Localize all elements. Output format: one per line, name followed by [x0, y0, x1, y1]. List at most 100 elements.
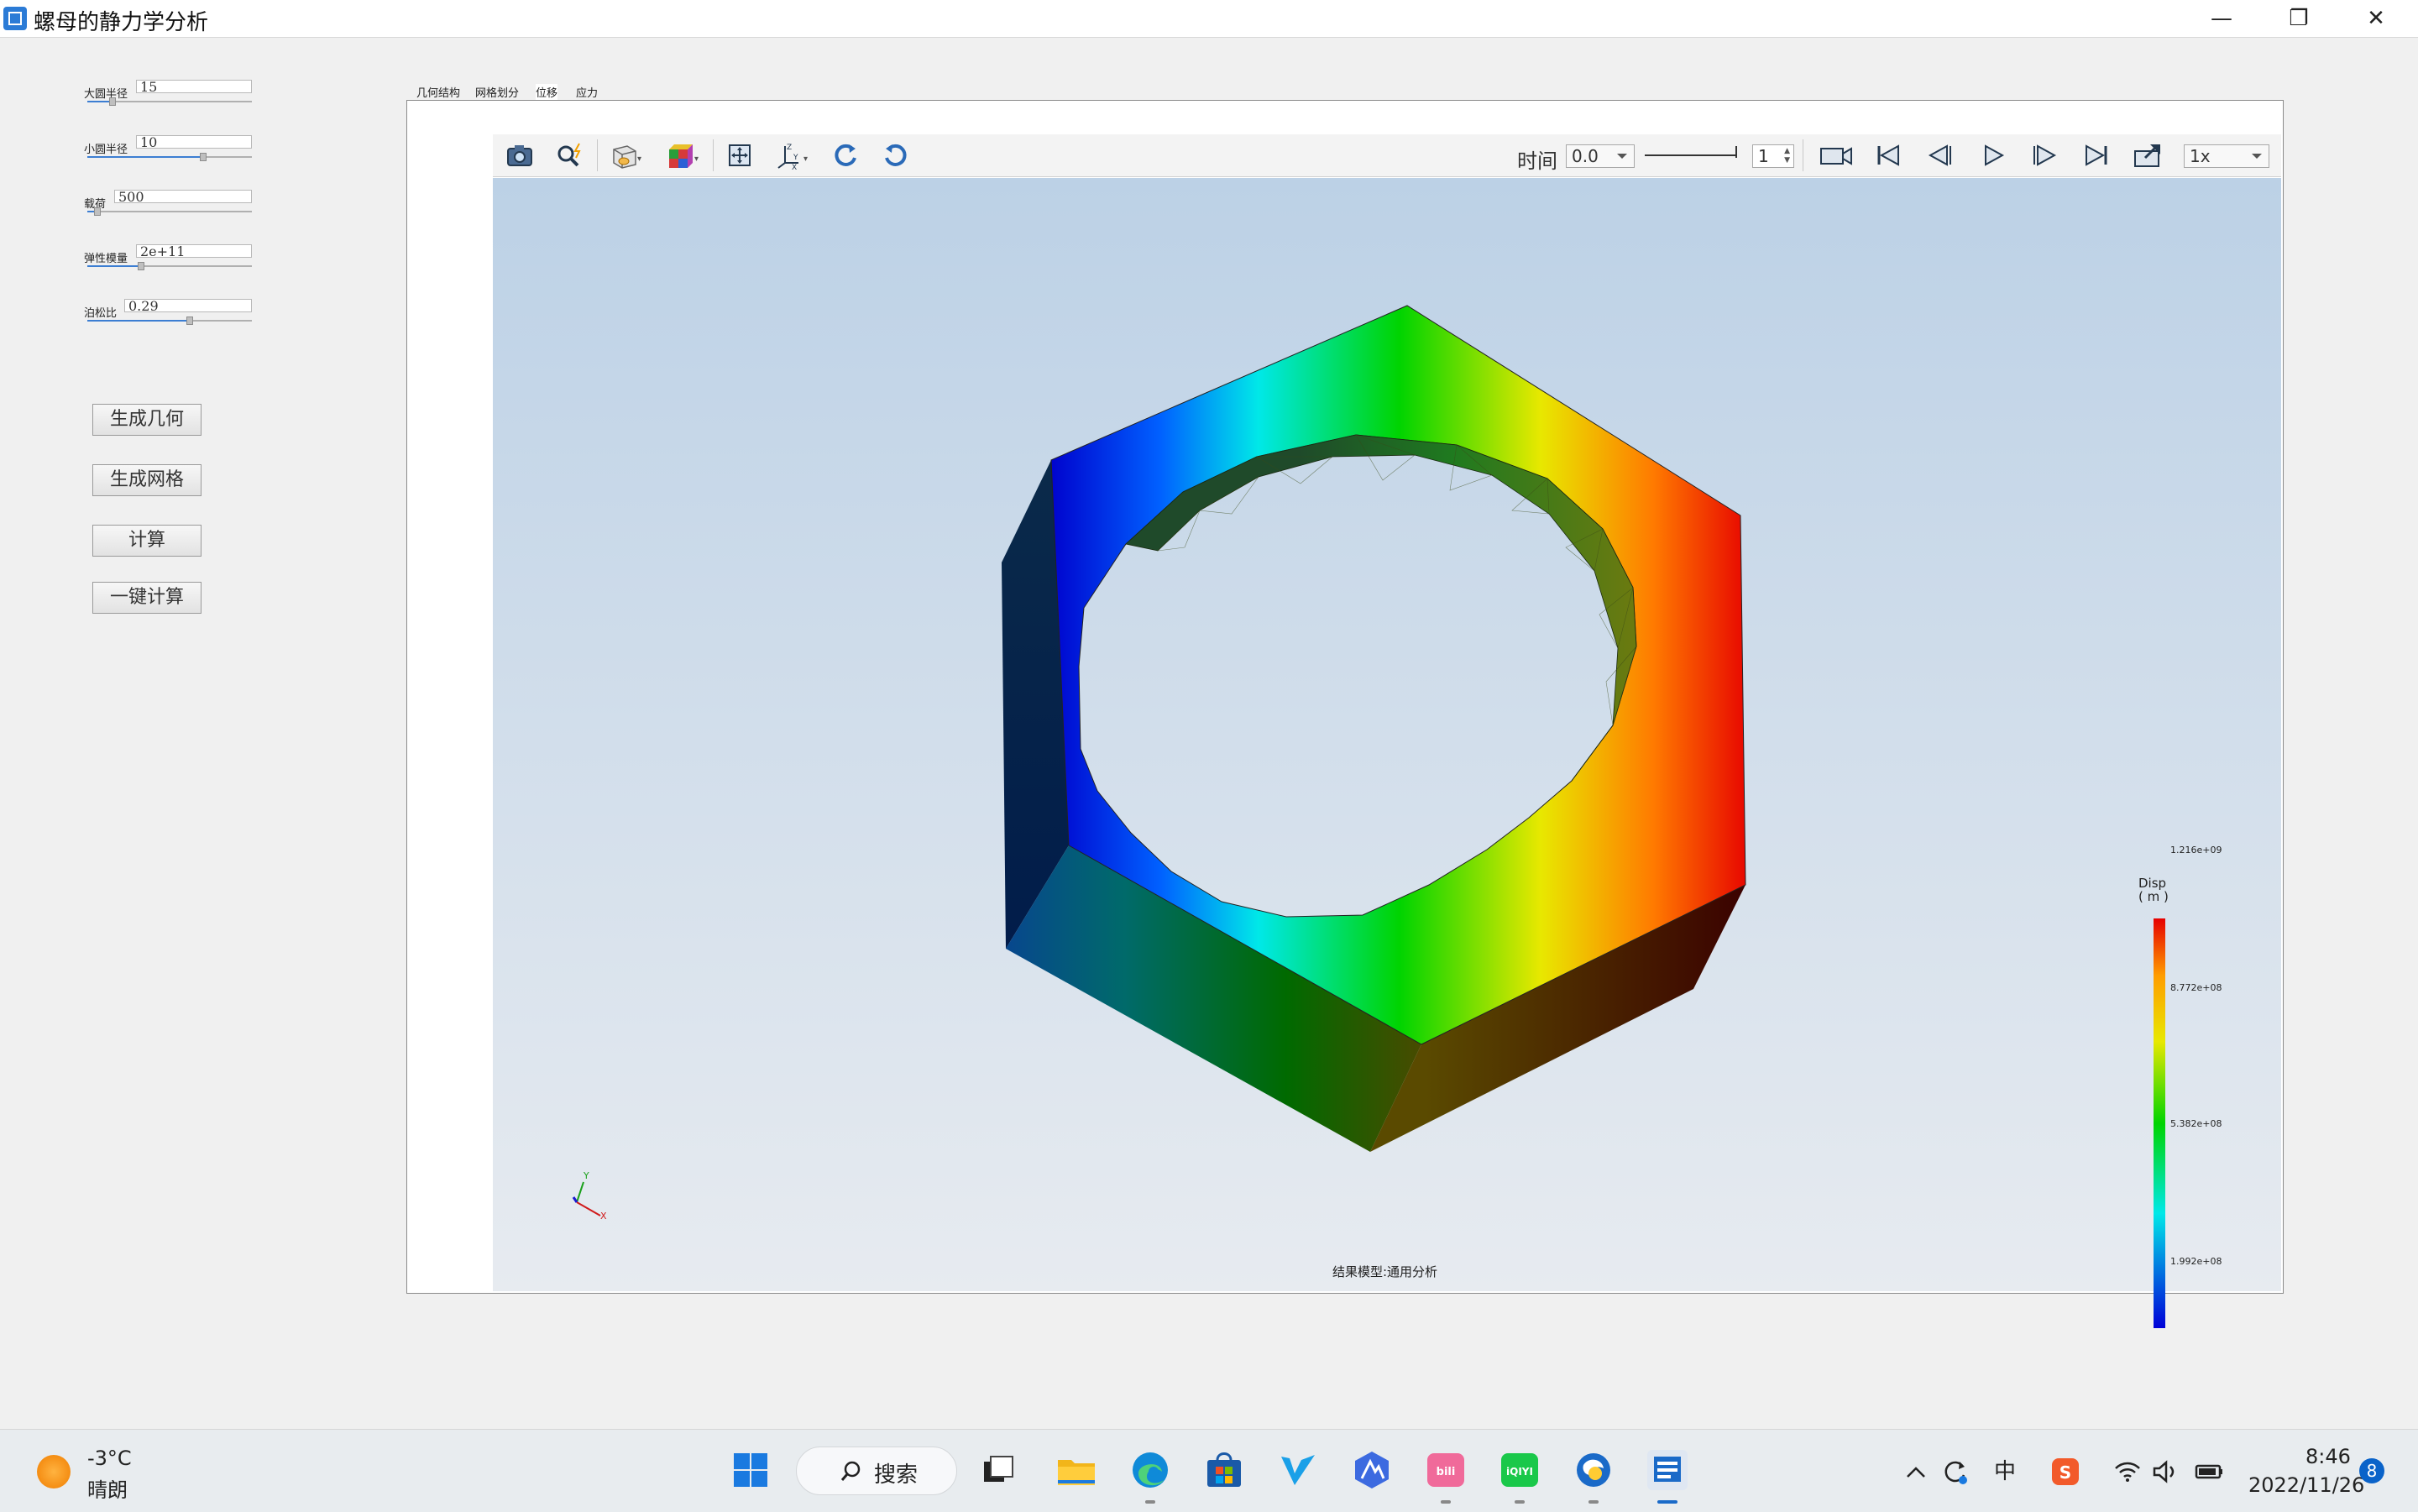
- time-slider-handle[interactable]: [1735, 146, 1737, 158]
- load-slider-track[interactable]: [87, 211, 252, 212]
- browser-icon[interactable]: [1572, 1448, 1615, 1492]
- edge-icon[interactable]: [1128, 1448, 1172, 1492]
- frame-value: 1: [1758, 146, 1769, 166]
- running-indicator: [1145, 1500, 1155, 1504]
- inner-radius-slider-thumb[interactable]: [200, 153, 207, 161]
- outer-radius-slider-thumb[interactable]: [109, 97, 116, 106]
- app-a-icon[interactable]: [1350, 1448, 1394, 1492]
- ime-indicator[interactable]: 中: [1988, 1455, 2022, 1488]
- inner-radius-slider-fill: [87, 156, 205, 158]
- next-frame-icon[interactable]: [2026, 139, 2063, 171]
- weather-description[interactable]: 晴朗: [87, 1473, 128, 1503]
- weather-sun-icon[interactable]: [37, 1455, 71, 1488]
- bilibili-icon[interactable]: bili: [1424, 1448, 1468, 1492]
- minimize-button[interactable]: —: [2183, 0, 2260, 37]
- iqiyi-icon[interactable]: iQIYI: [1498, 1448, 1541, 1492]
- fe-app-icon[interactable]: [1646, 1448, 1689, 1492]
- youngs-modulus-slider-fill: [87, 265, 143, 267]
- prev-frame-icon[interactable]: [1922, 139, 1959, 171]
- youngs-modulus-slider-thumb[interactable]: [138, 262, 144, 270]
- clock-date[interactable]: 2022/11/26: [2248, 1473, 2364, 1497]
- youngs-modulus-input[interactable]: 2e+11: [136, 244, 252, 259]
- last-frame-icon[interactable]: [2078, 139, 2115, 171]
- weather-temperature[interactable]: -3°C: [87, 1447, 132, 1470]
- chevron-up-icon[interactable]: [1899, 1455, 1933, 1488]
- window-title: 螺母的静力学分析: [34, 10, 209, 35]
- battery-icon[interactable]: [2193, 1455, 2227, 1488]
- legend-tick-lower: 5.382e+08: [2170, 1118, 2222, 1129]
- fit-view-icon[interactable]: [721, 139, 758, 171]
- start-icon[interactable]: [729, 1448, 772, 1492]
- playback-speed-select[interactable]: 1x: [2184, 144, 2269, 168]
- search-icon: [840, 1461, 861, 1481]
- rotate-cw-icon[interactable]: [827, 139, 864, 171]
- outer-radius-input[interactable]: 15: [136, 80, 252, 94]
- notification-badge[interactable]: 8: [2359, 1458, 2384, 1483]
- legend-title: Disp ( m ): [2138, 876, 2169, 903]
- load-input[interactable]: 500: [114, 190, 252, 204]
- inner-radius-input[interactable]: 10: [136, 135, 252, 149]
- running-indicator: [1588, 1500, 1599, 1504]
- first-frame-icon[interactable]: [1870, 139, 1907, 171]
- file-explorer-icon[interactable]: [1055, 1448, 1098, 1492]
- title-bar: 螺母的静力学分析 — ❐ ✕: [0, 0, 2418, 37]
- color-cube-icon[interactable]: ▾: [662, 139, 699, 171]
- restore-button[interactable]: ❐: [2260, 0, 2337, 37]
- svg-text:S: S: [2059, 1462, 2071, 1483]
- svg-text:X: X: [792, 164, 797, 171]
- record-icon[interactable]: [1818, 139, 1855, 171]
- generate-geometry-button[interactable]: 生成几何: [92, 404, 202, 436]
- wifi-icon[interactable]: [2111, 1455, 2144, 1488]
- store-icon[interactable]: [1202, 1448, 1246, 1492]
- one-click-compute-button[interactable]: 一键计算: [92, 582, 202, 614]
- 3d-viewport[interactable]: Y X Disp ( m ) 1.216e+09 8.772e+08 5.382…: [493, 178, 2281, 1328]
- toolbar-separator: [713, 139, 714, 171]
- triad-y-label: Y: [583, 1170, 589, 1181]
- nut-model: Y X: [572, 305, 1746, 1222]
- triad-x-label: X: [600, 1211, 607, 1222]
- result-viewer: ▾ ▾ Z Y X ▾ 时间 0.0 1 ▲ ▼ 1x Y X Disp (m…: [406, 100, 2284, 1328]
- poisson-ratio-slider-fill: [87, 320, 191, 322]
- legend-unit: ( m ): [2138, 889, 2169, 904]
- clock-time[interactable]: 8:46: [2305, 1445, 2351, 1468]
- viewer-toolbar: ▾ ▾ Z Y X ▾ 时间 0.0 1 ▲ ▼ 1x: [493, 134, 2281, 177]
- load-slider-thumb[interactable]: [94, 207, 101, 216]
- sogou-icon[interactable]: S: [2049, 1455, 2082, 1488]
- poisson-ratio-slider-thumb[interactable]: [186, 317, 193, 325]
- wireframe-icon[interactable]: ▾: [605, 139, 642, 171]
- play-icon[interactable]: [1974, 139, 2011, 171]
- param-label: 泊松比: [84, 307, 118, 320]
- close-button[interactable]: ✕: [2337, 0, 2415, 37]
- camera-icon[interactable]: [501, 139, 538, 171]
- time-select[interactable]: 0.0: [1566, 144, 1635, 168]
- export-icon[interactable]: [2130, 139, 2167, 171]
- svg-text:bili: bili: [1437, 1466, 1456, 1478]
- spin-arrows-icon[interactable]: ▲ ▼: [1784, 147, 1790, 165]
- svg-text:Z: Z: [787, 144, 792, 152]
- task-view-icon[interactable]: [977, 1448, 1021, 1492]
- active-app-indicator: [1657, 1500, 1677, 1504]
- tab-displacement[interactable]: 位移: [536, 84, 558, 100]
- toolbar-separator: [597, 139, 598, 171]
- tab-geometry[interactable]: 几何结构: [416, 84, 460, 100]
- axes-icon[interactable]: Z Y X ▾: [773, 139, 810, 171]
- time-slider[interactable]: [1645, 154, 1737, 156]
- magnifier-icon[interactable]: [552, 139, 589, 171]
- app-v-icon[interactable]: [1276, 1448, 1320, 1492]
- running-indicator: [1515, 1500, 1525, 1504]
- taskbar-search[interactable]: 搜索: [796, 1447, 957, 1495]
- poisson-ratio-input[interactable]: 0.29: [124, 299, 252, 313]
- param-label: 大圆半径: [84, 88, 128, 101]
- generate-mesh-button[interactable]: 生成网格: [92, 464, 202, 496]
- svg-text:iQIYI: iQIYI: [1506, 1466, 1533, 1478]
- volume-icon[interactable]: [2148, 1455, 2181, 1488]
- svg-text:Y: Y: [793, 154, 798, 162]
- compute-button[interactable]: 计算: [92, 525, 202, 557]
- running-indicator: [1441, 1500, 1451, 1504]
- sync-icon[interactable]: [1938, 1455, 1971, 1488]
- tab-stress[interactable]: 应力: [576, 84, 598, 100]
- rotate-ccw-icon[interactable]: [877, 139, 914, 171]
- orientation-triad: Y X: [572, 1170, 607, 1222]
- frame-spinbox[interactable]: 1 ▲ ▼: [1752, 144, 1794, 168]
- tab-mesh[interactable]: 网格划分: [475, 84, 519, 100]
